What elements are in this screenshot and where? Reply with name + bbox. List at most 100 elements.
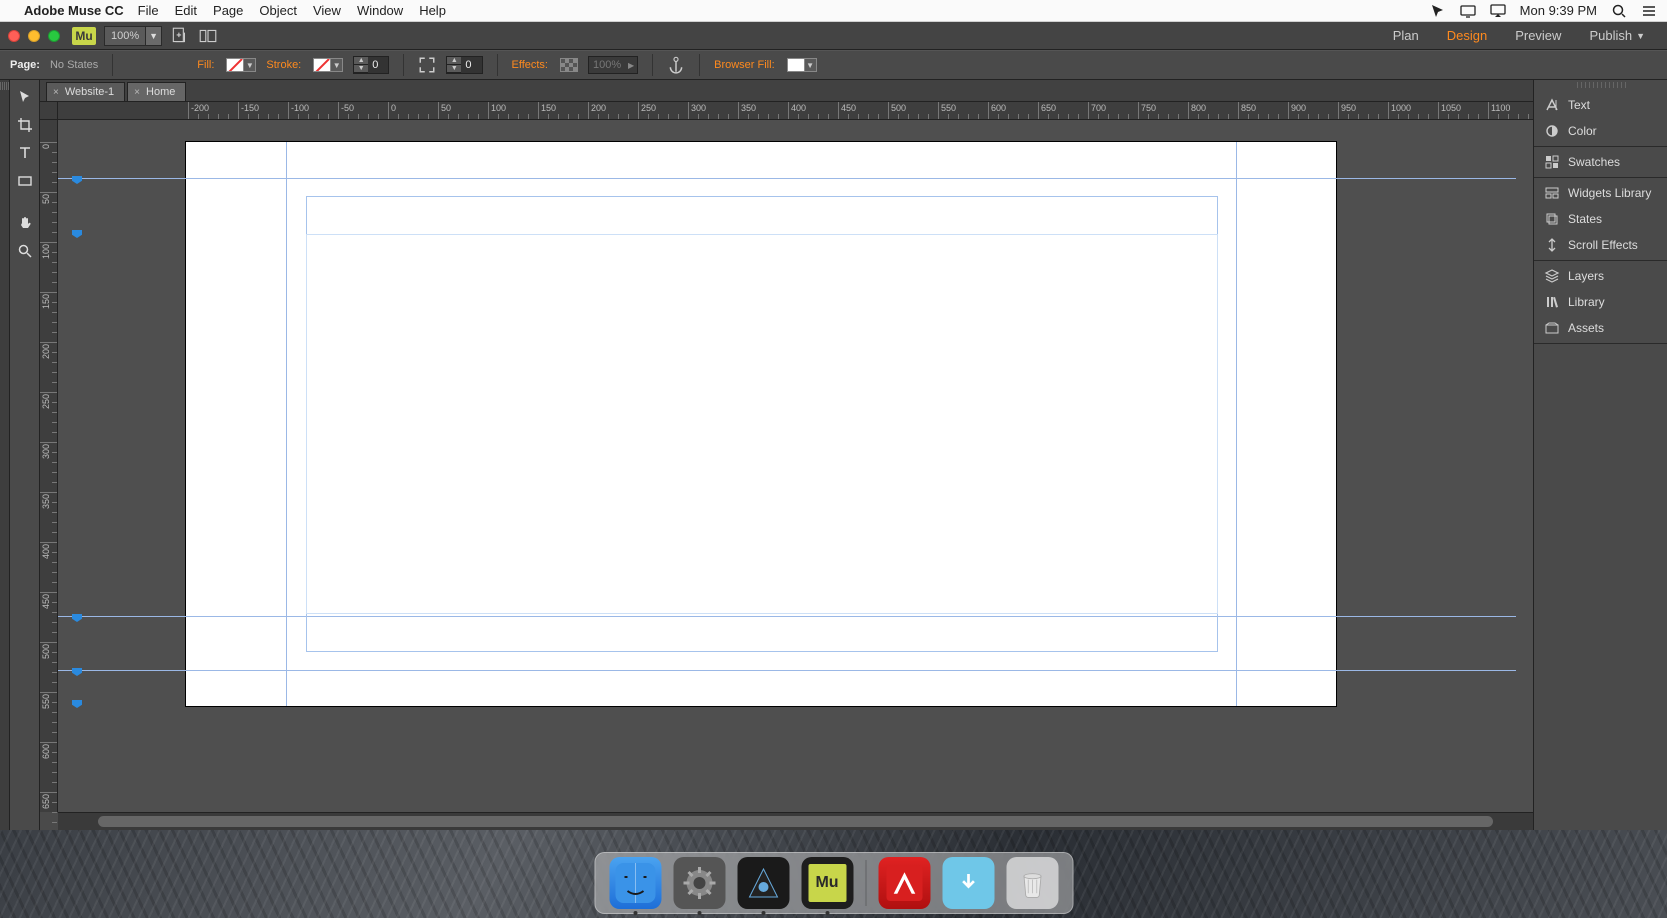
- swatches-icon: [1544, 154, 1560, 170]
- menu-object[interactable]: Object: [259, 3, 297, 18]
- fill-swatch[interactable]: ▼: [226, 58, 256, 72]
- ruler-origin[interactable]: [40, 102, 58, 120]
- opacity-input[interactable]: 100% ▶: [588, 56, 638, 74]
- guide-horizontal[interactable]: [58, 178, 1516, 179]
- panel-assets[interactable]: Assets: [1534, 315, 1667, 341]
- mode-publish[interactable]: Publish ▼: [1575, 22, 1659, 49]
- menu-help[interactable]: Help: [419, 3, 446, 18]
- guide-handle[interactable]: [72, 614, 82, 622]
- canvas[interactable]: [58, 120, 1533, 812]
- panel-states[interactable]: States: [1534, 206, 1667, 232]
- dock-downloads-icon[interactable]: [942, 857, 994, 909]
- dock-settings-icon[interactable]: [673, 857, 725, 909]
- dock-finder-icon[interactable]: [609, 857, 661, 909]
- panel-layers[interactable]: Layers: [1534, 263, 1667, 289]
- right-panel-stack: Text Color Swatches Widgets Library Stat…: [1533, 80, 1667, 830]
- close-tab-icon[interactable]: ×: [134, 87, 140, 98]
- mode-plan[interactable]: Plan: [1379, 22, 1433, 49]
- spotlight-icon[interactable]: [1611, 3, 1627, 19]
- states-icon: [1544, 211, 1560, 227]
- tab-label: Website-1: [65, 86, 114, 98]
- horizontal-scrollbar[interactable]: [58, 812, 1533, 830]
- menu-file[interactable]: File: [138, 3, 159, 18]
- menu-page[interactable]: Page: [213, 3, 243, 18]
- stroke-weight-value: 0: [368, 59, 388, 71]
- browser-fill-label: Browser Fill:: [714, 59, 775, 71]
- content-box[interactable]: [306, 234, 1218, 614]
- titlebar: Mu 100% ▼ Plan Design Preview Publish ▼: [0, 22, 1667, 50]
- notification-center-icon[interactable]: [1641, 3, 1657, 19]
- window-zoom-button[interactable]: [48, 30, 60, 42]
- status-cursor-icon[interactable]: [1430, 3, 1446, 19]
- dock-creative-cloud-icon[interactable]: [878, 857, 930, 909]
- effects-swatch[interactable]: [560, 58, 578, 72]
- vertical-ruler[interactable]: [40, 120, 58, 812]
- guide-handle[interactable]: [72, 700, 82, 708]
- panel-scroll-effects[interactable]: Scroll Effects: [1534, 232, 1667, 258]
- menubar-clock[interactable]: Mon 9:39 PM: [1520, 3, 1597, 18]
- close-tab-icon[interactable]: ×: [53, 87, 59, 98]
- browser-fill-swatch[interactable]: ▼: [787, 58, 817, 72]
- left-strip: [0, 80, 10, 830]
- anchor-icon[interactable]: [667, 56, 685, 74]
- zoom-level-dropdown[interactable]: 100% ▼: [104, 26, 162, 46]
- dock-muse-icon[interactable]: Mu: [801, 857, 853, 909]
- window-close-button[interactable]: [8, 30, 20, 42]
- app-window: Mu 100% ▼ Plan Design Preview Publish ▼ …: [0, 22, 1667, 830]
- stroke-swatch[interactable]: ▼: [313, 58, 343, 72]
- panel-color[interactable]: Color: [1534, 118, 1667, 144]
- horizontal-ruler[interactable]: [58, 102, 1533, 120]
- selection-tool-icon[interactable]: [14, 86, 36, 108]
- dock-app-icon[interactable]: [737, 857, 789, 909]
- status-airplay-icon[interactable]: [1490, 3, 1506, 19]
- mode-design[interactable]: Design: [1433, 22, 1501, 49]
- menu-window[interactable]: Window: [357, 3, 403, 18]
- page-canvas[interactable]: [186, 142, 1336, 706]
- corners-icon[interactable]: [418, 56, 436, 74]
- text-tool-icon[interactable]: [14, 142, 36, 164]
- hand-tool-icon[interactable]: [14, 212, 36, 234]
- opacity-value: 100%: [589, 59, 625, 71]
- guide-handle[interactable]: [72, 176, 82, 184]
- panel-text[interactable]: Text: [1534, 92, 1667, 118]
- layout-icon[interactable]: [198, 27, 218, 45]
- muse-logo-icon: Mu: [72, 27, 96, 45]
- text-icon: [1544, 97, 1560, 113]
- mode-publish-label: Publish: [1589, 28, 1632, 43]
- dock-trash-icon[interactable]: [1006, 857, 1058, 909]
- menubar-app-name[interactable]: Adobe Muse CC: [24, 3, 124, 18]
- guide-vertical[interactable]: [1236, 142, 1237, 706]
- guide-handle[interactable]: [72, 668, 82, 676]
- layers-icon: [1544, 268, 1560, 284]
- panel-widgets-library[interactable]: Widgets Library: [1534, 180, 1667, 206]
- guide-vertical[interactable]: [286, 142, 287, 706]
- status-display-icon[interactable]: [1460, 3, 1476, 19]
- panel-grip[interactable]: [1574, 82, 1627, 88]
- library-icon: [1544, 294, 1560, 310]
- guide-handle[interactable]: [72, 230, 82, 238]
- new-page-icon[interactable]: [170, 27, 190, 45]
- effects-label: Effects:: [512, 59, 548, 71]
- page-state-dropdown[interactable]: No States: [50, 59, 98, 71]
- stroke-weight-input[interactable]: ▲▼ 0: [353, 56, 389, 74]
- corner-radius-input[interactable]: ▲▼ 0: [446, 56, 482, 74]
- window-minimize-button[interactable]: [28, 30, 40, 42]
- tool-panel: [10, 80, 40, 830]
- fill-label: Fill:: [197, 59, 214, 71]
- rectangle-tool-icon[interactable]: [14, 170, 36, 192]
- tab-website-1[interactable]: × Website-1: [46, 82, 125, 101]
- tab-home[interactable]: × Home: [127, 82, 186, 101]
- crop-tool-icon[interactable]: [14, 114, 36, 136]
- stroke-label: Stroke:: [266, 59, 301, 71]
- menu-edit[interactable]: Edit: [175, 3, 197, 18]
- workspace: × Website-1 × Home: [0, 80, 1667, 830]
- page-label: Page:: [10, 59, 40, 71]
- zoom-tool-icon[interactable]: [14, 240, 36, 262]
- guide-horizontal[interactable]: [58, 670, 1516, 671]
- mode-preview[interactable]: Preview: [1501, 22, 1575, 49]
- menu-view[interactable]: View: [313, 3, 341, 18]
- document-tabs: × Website-1 × Home: [40, 80, 1533, 102]
- panel-library[interactable]: Library: [1534, 289, 1667, 315]
- panel-swatches[interactable]: Swatches: [1534, 149, 1667, 175]
- tab-label: Home: [146, 86, 175, 98]
